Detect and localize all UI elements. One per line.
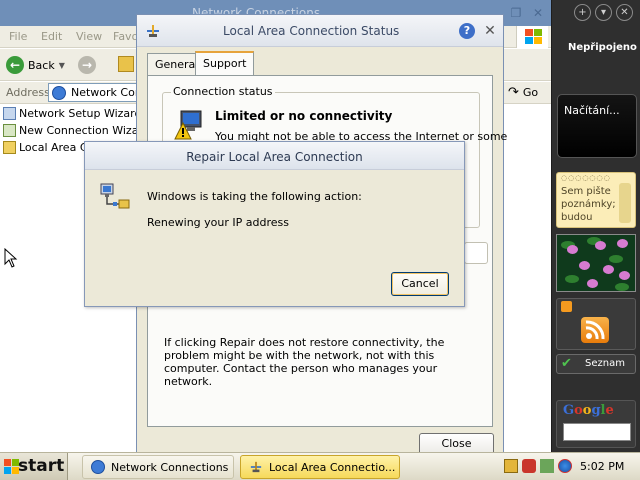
tab-support[interactable]: Support: [195, 51, 255, 76]
address-input[interactable]: Network Conn: [48, 83, 140, 102]
go-label: Go: [522, 86, 539, 99]
forward-arrow-icon[interactable]: →: [78, 56, 96, 74]
repair-note: If clicking Repair does not restore conn…: [164, 336, 445, 388]
list-item[interactable]: Network Setup Wizard: [0, 105, 140, 122]
network-repair-icon: [100, 183, 130, 209]
repair-body: Windows is taking the following action: …: [85, 170, 464, 306]
chevron-down-icon[interactable]: ▾: [595, 4, 612, 21]
status-titlebar[interactable]: Local Area Connection Status ? ✕: [137, 15, 503, 47]
taskbar: start Network Connections Local Area Con…: [0, 452, 640, 480]
go-button[interactable]: ↷ Go: [508, 85, 538, 100]
list-item-label: Network Setup Wizard: [19, 107, 140, 120]
slideshow-gadget[interactable]: [556, 234, 636, 292]
network-connection-icon: [147, 25, 159, 37]
google-gadget: Google: [556, 400, 636, 448]
list-item[interactable]: New Connection Wizard: [0, 122, 140, 139]
start-label: start: [18, 456, 65, 476]
connection-status-label: Connection status: [171, 85, 275, 98]
notes-gadget[interactable]: ◌◌◌◌◌◌◌ Sem pište poznámky; budou: [556, 172, 636, 228]
warning-computer-icon: [174, 110, 202, 140]
sidebar-controls: + ▾ ✕: [552, 0, 640, 26]
restore-icon[interactable]: ❐: [508, 5, 524, 21]
network-tray-icon[interactable]: [540, 459, 554, 473]
taskbar-item-local-area-connection[interactable]: Local Area Connectio...: [240, 455, 400, 479]
google-search-input[interactable]: [563, 423, 631, 441]
add-gadget-icon[interactable]: +: [574, 4, 591, 21]
browser-icon[interactable]: [558, 459, 572, 473]
address-value: Network Conn: [71, 86, 139, 99]
taskbar-item-label: Network Connections: [111, 460, 229, 474]
repair-titlebar[interactable]: Repair Local Area Connection: [85, 142, 464, 170]
taskbar-item-network-connections[interactable]: Network Connections: [82, 455, 234, 479]
rss-feed-icon: [581, 317, 609, 343]
close-icon[interactable]: ✕: [481, 22, 499, 40]
repair-action: Renewing your IP address: [147, 216, 289, 229]
checkmark-icon: ✔: [561, 356, 572, 371]
start-button[interactable]: start: [0, 453, 68, 480]
list-item-label: New Connection Wizard: [19, 124, 140, 137]
dropdown-arrow-icon[interactable]: ▼: [59, 61, 65, 70]
list-item-label: Local Area Co: [19, 141, 95, 154]
back-arrow-icon: ←: [6, 56, 24, 74]
menu-view[interactable]: View: [76, 30, 102, 43]
network-status-text: Nepřipojeno: [568, 42, 637, 53]
loading-text: Načítání...: [564, 104, 620, 117]
new-connection-wizard-icon: [3, 124, 16, 137]
close-icon[interactable]: ✕: [616, 4, 633, 21]
status-heading: Limited or no connectivity: [215, 109, 393, 123]
repair-button-edge: [464, 242, 488, 264]
loading-gadget[interactable]: Načítání...: [557, 94, 637, 158]
notes-text: Sem pište poznámky; budou: [561, 186, 616, 223]
network-warning-icon[interactable]: [504, 459, 518, 473]
network-globe-icon: [91, 460, 105, 474]
repair-dialog-title: Repair Local Area Connection: [186, 150, 363, 164]
network-connection-icon: [250, 461, 262, 473]
repair-dialog: Repair Local Area Connection Windows is …: [84, 141, 465, 307]
notebook-rings-icon: ◌◌◌◌◌◌◌: [561, 174, 611, 182]
network-wizard-icon: [3, 107, 16, 120]
windows-logo-icon: [516, 26, 548, 48]
notes-scrollbar[interactable]: [619, 183, 631, 223]
rss-small-icon: [561, 301, 572, 312]
mouse-cursor-icon: [4, 248, 18, 268]
menu-edit[interactable]: Edit: [41, 30, 62, 43]
network-globe-icon: [52, 86, 66, 100]
back-button[interactable]: ← Back ▼: [6, 55, 65, 75]
clock: 5:02 PM: [580, 460, 625, 473]
menu-file[interactable]: File: [9, 30, 27, 43]
seznam-gadget[interactable]: ✔ Seznam: [556, 354, 636, 374]
close-icon[interactable]: ✕: [530, 5, 546, 21]
help-icon[interactable]: ?: [459, 23, 475, 39]
address-label: Address: [6, 86, 50, 99]
rss-gadget[interactable]: [556, 298, 636, 350]
system-tray: 5:02 PM: [500, 453, 640, 480]
seznam-label: Seznam: [585, 358, 625, 369]
google-logo: Google: [563, 403, 614, 418]
local-area-connection-icon: [3, 141, 16, 154]
status-dialog-title: Local Area Connection Status: [223, 24, 400, 38]
back-label: Back: [28, 58, 55, 72]
security-shield-icon[interactable]: [522, 459, 536, 473]
taskbar-item-label: Local Area Connectio...: [269, 460, 396, 474]
repair-message: Windows is taking the following action:: [147, 190, 362, 203]
up-folder-icon[interactable]: [118, 56, 134, 72]
menu-favorites[interactable]: Favo: [113, 30, 138, 43]
cancel-button[interactable]: Cancel: [391, 272, 449, 296]
go-arrow-icon: ↷: [508, 85, 519, 100]
